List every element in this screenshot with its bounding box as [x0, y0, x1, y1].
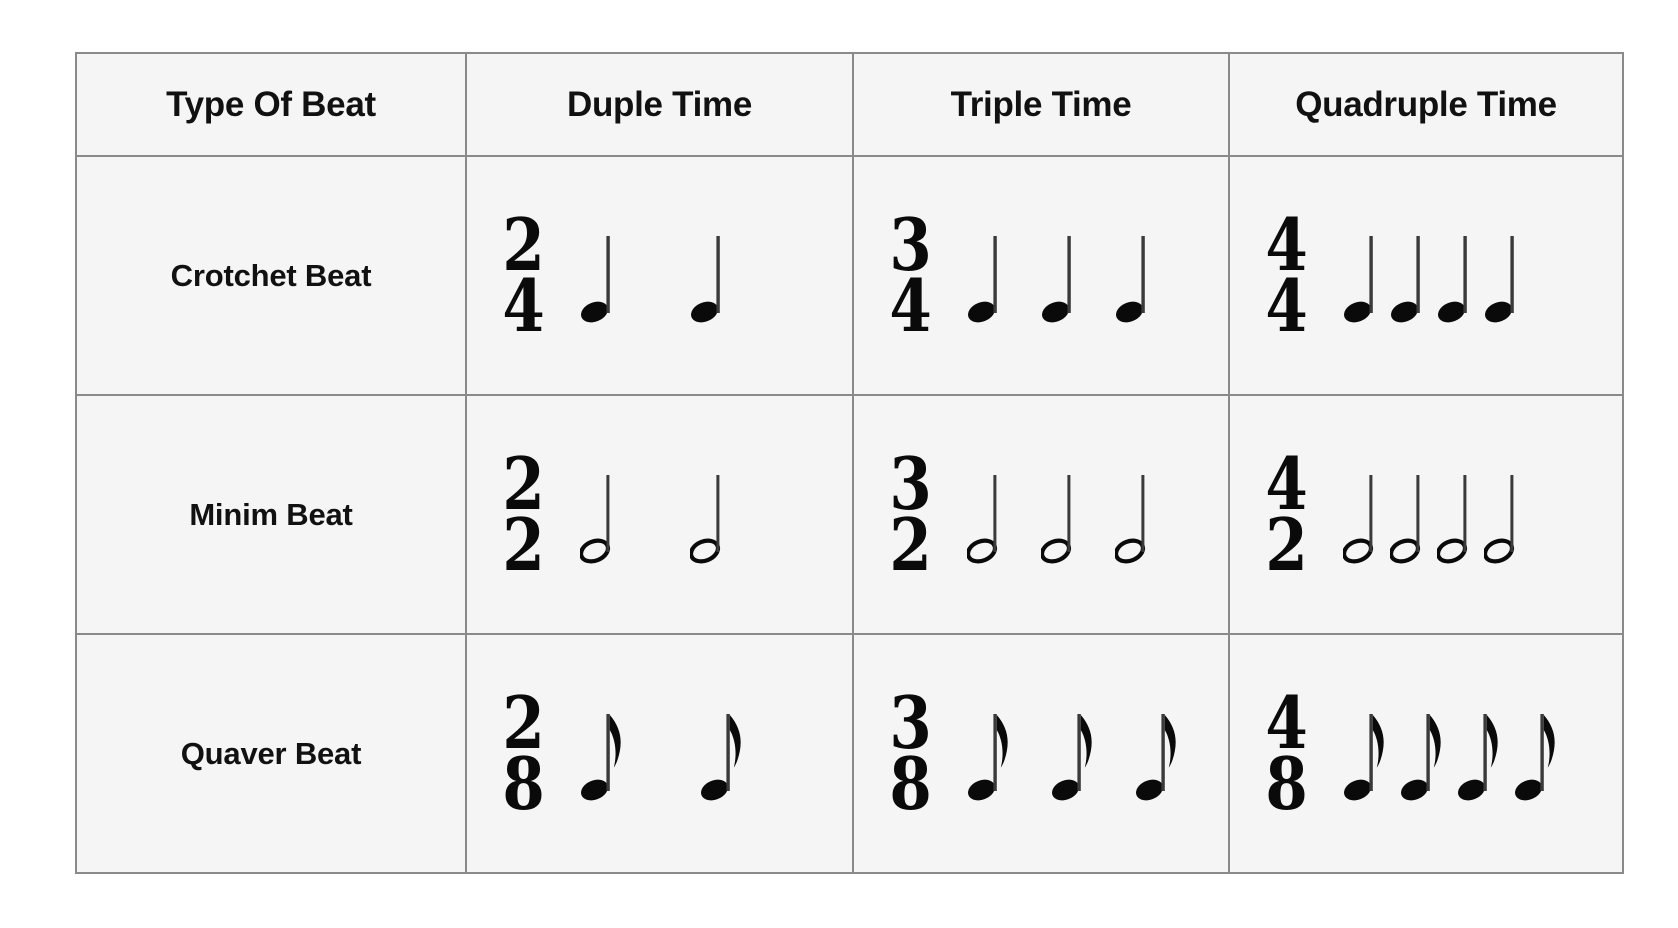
notation-cell-3-2: 32 [852, 394, 1230, 635]
quaver-note-icon [700, 702, 746, 806]
quaver-note-icon [1051, 702, 1097, 806]
crotchet-note-icon [1390, 224, 1426, 328]
column-header-type-of-beat: Type Of Beat [75, 52, 467, 157]
time-signature-3-4: 34 [889, 208, 932, 348]
quaver-note-icon [1400, 702, 1446, 806]
note-group-quaver [967, 702, 1181, 806]
note-group-quaver [580, 702, 746, 806]
notation-cell-4-4: 44 [1228, 155, 1624, 396]
time-signature-4-2: 42 [1265, 447, 1308, 587]
crotchet-note-icon [580, 224, 616, 328]
row-label-crotchet-beat: Crotchet Beat [75, 155, 467, 396]
minim-note-icon [580, 463, 616, 567]
quaver-note-icon [580, 702, 626, 806]
time-signature-denominator: 2 [502, 501, 545, 587]
notation-cell-3-8: 38 [852, 633, 1230, 874]
minim-note-icon [1390, 463, 1426, 567]
notation-inner: 38 [854, 635, 1228, 872]
quaver-note-icon [1514, 702, 1560, 806]
notation-inner: 28 [467, 635, 852, 872]
time-signature-4-4: 44 [1265, 208, 1308, 348]
minim-note-icon [1484, 463, 1520, 567]
note-group-crotchet [580, 224, 726, 328]
notation-cell-4-2: 42 [1228, 394, 1624, 635]
notation-inner: 22 [467, 396, 852, 633]
column-header-quadruple-time: Quadruple Time [1228, 52, 1624, 157]
notation-inner: 44 [1230, 157, 1622, 394]
time-signature-denominator: 8 [502, 740, 545, 826]
time-signature-2-8: 28 [502, 686, 545, 826]
crotchet-note-icon [690, 224, 726, 328]
row-label-quaver-beat: Quaver Beat [75, 633, 467, 874]
time-signature-4-8: 48 [1265, 686, 1308, 826]
minim-note-icon [1115, 463, 1151, 567]
table-header-row: Type Of Beat Duple Time Triple Time Quad… [75, 52, 1624, 157]
minim-note-icon [690, 463, 726, 567]
time-signature-denominator: 4 [889, 262, 932, 348]
minim-note-icon [1343, 463, 1379, 567]
quaver-note-icon [967, 702, 1013, 806]
quaver-note-icon [1135, 702, 1181, 806]
crotchet-note-icon [1041, 224, 1077, 328]
time-signature-denominator: 2 [1265, 501, 1308, 587]
note-group-minim [580, 463, 726, 567]
notation-inner: 34 [854, 157, 1228, 394]
time-signature-denominator: 4 [1265, 262, 1308, 348]
time-signature-denominator: 8 [889, 740, 932, 826]
note-group-minim [1343, 463, 1520, 567]
notation-cell-2-4: 24 [465, 155, 854, 396]
notation-inner: 32 [854, 396, 1228, 633]
crotchet-note-icon [1343, 224, 1379, 328]
notation-cell-4-8: 48 [1228, 633, 1624, 874]
notation-inner: 42 [1230, 396, 1622, 633]
note-group-crotchet [1343, 224, 1520, 328]
notation-inner: 48 [1230, 635, 1622, 872]
time-signature-3-2: 32 [889, 447, 932, 587]
minim-note-icon [1041, 463, 1077, 567]
minim-note-icon [967, 463, 1003, 567]
time-signature-3-8: 38 [889, 686, 932, 826]
note-group-minim [967, 463, 1151, 567]
minim-note-icon [1437, 463, 1473, 567]
table-body: Crotchet Beat 2 4 3 4 4 4 Minim Beat 2 2 3 2 4 2 Quave… [75, 155, 1624, 874]
notation-cell-3-4: 34 [852, 155, 1230, 396]
time-signature-2-4: 24 [502, 208, 545, 348]
notation-cell-2-2: 22 [465, 394, 854, 635]
time-signature-2-2: 22 [502, 447, 545, 587]
time-signature-table: Type Of Beat Duple Time Triple Time Quad… [75, 52, 1624, 874]
quaver-note-icon [1343, 702, 1389, 806]
crotchet-note-icon [1437, 224, 1473, 328]
column-header-triple-time: Triple Time [852, 52, 1230, 157]
column-header-duple-time: Duple Time [465, 52, 854, 157]
note-group-crotchet [967, 224, 1151, 328]
table-row: Crotchet Beat 2 4 3 4 4 4 [75, 155, 1624, 396]
table-row: Minim Beat 2 2 3 2 4 2 [75, 394, 1624, 635]
crotchet-note-icon [967, 224, 1003, 328]
notation-inner: 24 [467, 157, 852, 394]
time-signature-denominator: 4 [502, 262, 545, 348]
quaver-note-icon [1457, 702, 1503, 806]
table-row: Quaver Beat 2 8 3 8 4 8 [75, 633, 1624, 874]
crotchet-note-icon [1484, 224, 1520, 328]
time-signature-denominator: 8 [1265, 740, 1308, 826]
table-header: Type Of Beat Duple Time Triple Time Quad… [75, 52, 1624, 157]
row-label-minim-beat: Minim Beat [75, 394, 467, 635]
notation-cell-2-8: 28 [465, 633, 854, 874]
note-group-quaver [1343, 702, 1560, 806]
time-signature-table-container: Type Of Beat Duple Time Triple Time Quad… [75, 52, 1624, 874]
time-signature-denominator: 2 [889, 501, 932, 587]
crotchet-note-icon [1115, 224, 1151, 328]
